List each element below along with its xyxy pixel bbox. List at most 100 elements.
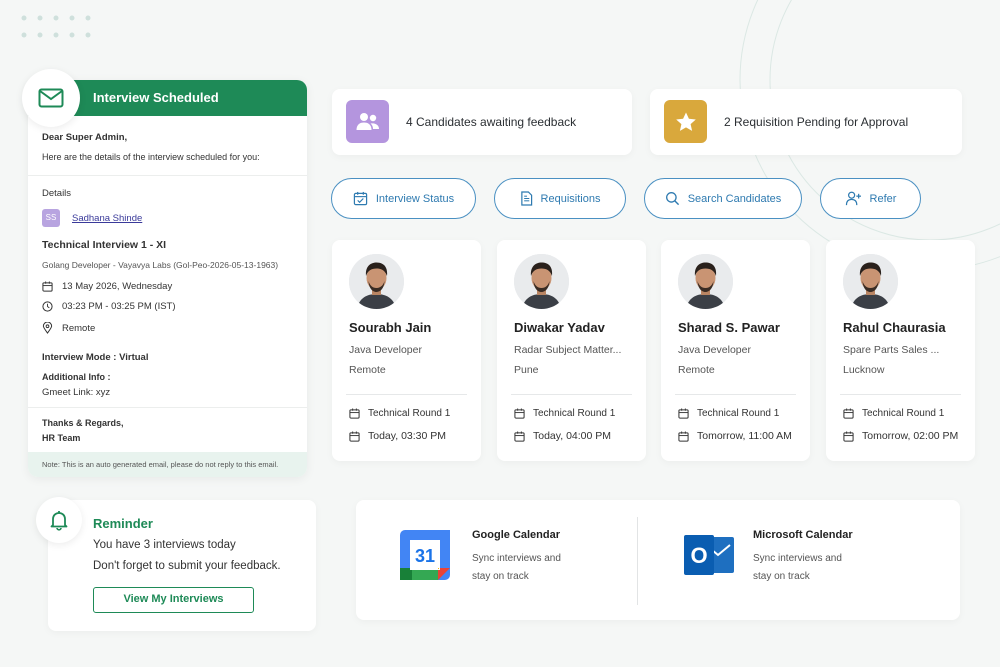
search-candidates-button[interactable]: Search Candidates xyxy=(644,178,802,219)
google-calendar-logo[interactable]: 31 xyxy=(400,530,450,585)
outlook-letter: O xyxy=(690,543,707,568)
candidate-name-link[interactable]: Sadhana Shinde xyxy=(72,213,142,224)
stat-card-requisition[interactable]: 2 Requisition Pending for Approval xyxy=(650,89,962,155)
requisitions-label: Requisitions xyxy=(540,192,601,205)
add-user-icon xyxy=(845,191,861,206)
candidate-schedule: Tomorrow, 02:00 PM xyxy=(862,430,959,442)
reminder-line-2: Don't forget to submit your feedback. xyxy=(93,560,281,572)
person-avatar-icon xyxy=(678,254,733,309)
reminder-card: Reminder You have 3 interviews today Don… xyxy=(48,500,316,631)
candidate-photo xyxy=(843,254,898,309)
person-avatar-icon xyxy=(843,254,898,309)
reminder-line-1: You have 3 interviews today xyxy=(93,539,236,551)
candidate-location: Pune xyxy=(514,364,539,376)
interview-location: Remote xyxy=(62,322,96,334)
candidate-name: Rahul Chaurasia xyxy=(843,320,946,335)
microsoft-calendar-line-2: stay on track xyxy=(753,571,810,582)
calendar-icon xyxy=(349,408,360,419)
microsoft-calendar-title: Microsoft Calendar xyxy=(753,529,853,541)
job-line: Golang Developer - Vayavya Labs (Gol-Peo… xyxy=(42,260,279,270)
requisitions-button[interactable]: Requisitions xyxy=(494,178,626,219)
candidate-location: Remote xyxy=(349,364,386,376)
candidate-round: Technical Round 1 xyxy=(862,408,945,419)
clock-icon xyxy=(42,301,53,312)
document-icon xyxy=(520,191,532,206)
calendar-icon xyxy=(42,281,53,292)
calendar-icon xyxy=(678,430,689,442)
candidate-card-1[interactable]: Sourabh Jain Java Developer Remote Techn… xyxy=(332,240,481,461)
calendar-icon xyxy=(843,408,854,419)
candidate-round: Technical Round 1 xyxy=(697,408,780,419)
google-calendar-icon: 31 xyxy=(400,530,450,580)
candidate-name: Diwakar Yadav xyxy=(514,320,605,335)
candidate-schedule: Tomorrow, 11:00 AM xyxy=(697,430,792,442)
candidate-role: Java Developer xyxy=(349,344,422,356)
candidate-round: Technical Round 1 xyxy=(368,408,451,419)
mail-icon xyxy=(38,88,64,108)
candidate-location: Remote xyxy=(678,364,715,376)
candidate-photo xyxy=(678,254,733,309)
candidate-role: Radar Subject Matter... xyxy=(514,344,622,356)
candidate-card-2[interactable]: Diwakar Yadav Radar Subject Matter... Pu… xyxy=(497,240,646,461)
calendar-icon xyxy=(349,430,360,442)
calendar-icon xyxy=(843,430,854,442)
person-avatar-icon xyxy=(349,254,404,309)
google-calendar-line-2: stay on track xyxy=(472,571,529,582)
bell-icon-badge xyxy=(36,497,82,543)
google-calendar-day: 31 xyxy=(415,546,435,566)
candidate-card-4[interactable]: Rahul Chaurasia Spare Parts Sales ... Lu… xyxy=(826,240,975,461)
microsoft-calendar-logo[interactable]: O xyxy=(684,531,736,584)
reminder-title: Reminder xyxy=(93,516,153,531)
stat-icon-bg xyxy=(664,100,707,143)
email-team: HR Team xyxy=(42,433,81,443)
users-icon xyxy=(356,112,379,130)
calendar-icon xyxy=(514,408,525,419)
person-avatar-icon xyxy=(514,254,569,309)
candidate-photo xyxy=(349,254,404,309)
interview-title: Technical Interview 1 - XI xyxy=(42,239,167,251)
location-pin-icon xyxy=(42,322,53,334)
view-my-interviews-button[interactable]: View My Interviews xyxy=(93,587,254,613)
interview-date: 13 May 2026, Wednesday xyxy=(62,281,173,292)
interview-email-card: Interview Scheduled Dear Super Admin, He… xyxy=(28,80,307,477)
candidate-card-3[interactable]: Sharad S. Pawar Java Developer Remote Te… xyxy=(661,240,810,461)
microsoft-calendar-line-1: Sync interviews and xyxy=(753,553,842,564)
candidate-name: Sharad S. Pawar xyxy=(678,320,780,335)
email-greeting: Dear Super Admin, xyxy=(42,132,128,143)
refer-label: Refer xyxy=(869,192,897,205)
stat-feedback-text: 4 Candidates awaiting feedback xyxy=(406,115,577,129)
bell-icon xyxy=(50,511,68,531)
star-icon xyxy=(675,112,696,131)
stat-requisition-text: 2 Requisition Pending for Approval xyxy=(724,115,909,129)
candidate-role: Spare Parts Sales ... xyxy=(843,344,940,356)
interview-time: 03:23 PM - 03:25 PM (IST) xyxy=(62,301,176,312)
calendar-check-icon xyxy=(353,191,368,206)
candidate-avatar: SS xyxy=(42,209,60,227)
calendar-icon xyxy=(514,430,525,442)
additional-info-value: Gmeet Link: xyz xyxy=(42,387,111,398)
details-label: Details xyxy=(42,188,72,199)
candidate-schedule: Today, 03:30 PM xyxy=(368,430,447,442)
email-thanks: Thanks & Regards, xyxy=(42,418,124,428)
outlook-icon: O xyxy=(684,535,734,575)
candidate-photo xyxy=(514,254,569,309)
candidate-round: Technical Round 1 xyxy=(533,408,616,419)
stat-icon-bg xyxy=(346,100,389,143)
additional-info-label: Additional Info : xyxy=(42,372,111,382)
email-intro: Here are the details of the interview sc… xyxy=(42,152,260,162)
interview-status-label: Interview Status xyxy=(375,192,455,205)
interview-status-button[interactable]: Interview Status xyxy=(331,178,476,219)
candidate-name: Sourabh Jain xyxy=(349,320,432,335)
candidate-schedule: Today, 04:00 PM xyxy=(533,430,612,442)
candidate-role: Java Developer xyxy=(678,344,751,356)
calendar-integrations-card: 31 Google Calendar Sync interviews and s… xyxy=(356,500,960,620)
calendar-icon xyxy=(678,408,689,419)
stat-card-feedback[interactable]: 4 Candidates awaiting feedback xyxy=(332,89,632,155)
search-candidates-label: Search Candidates xyxy=(687,192,782,205)
interview-mode: Interview Mode : Virtual xyxy=(42,352,149,363)
email-icon-badge xyxy=(22,69,80,127)
email-footer-note: Note: This is an auto generated email, p… xyxy=(28,452,307,477)
google-calendar-line-1: Sync interviews and xyxy=(472,553,561,564)
refer-button[interactable]: Refer xyxy=(820,178,921,219)
candidate-location: Lucknow xyxy=(843,364,885,376)
